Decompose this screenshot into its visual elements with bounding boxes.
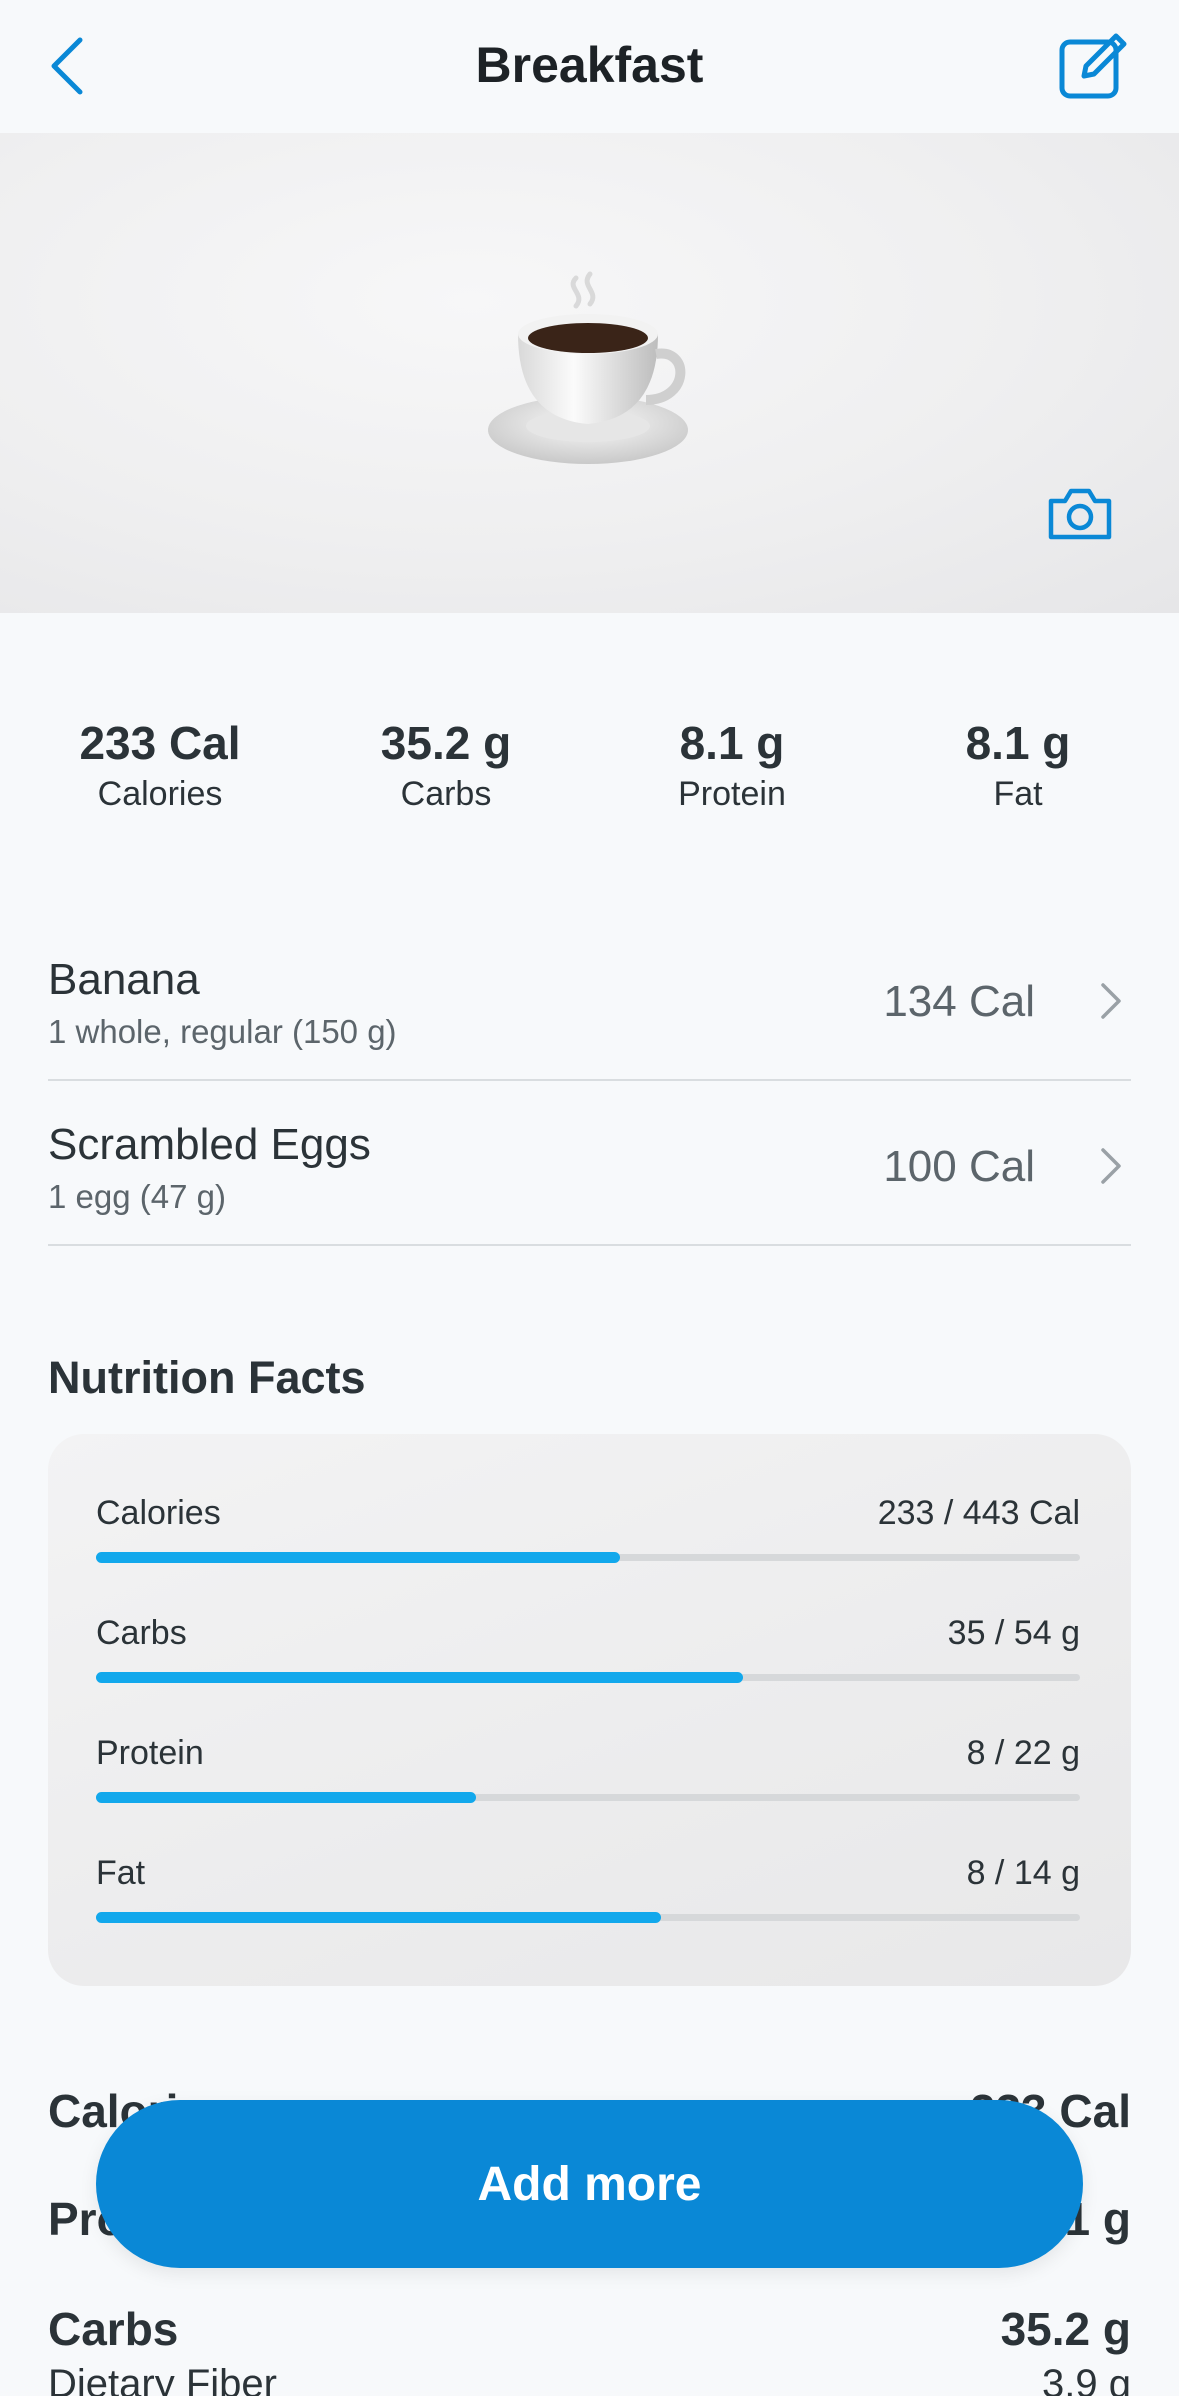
summary-value: 233 Cal: [79, 717, 241, 769]
header: Breakfast: [0, 0, 1179, 133]
progress-protein: Protein 8 / 22 g: [96, 1734, 1080, 1814]
detail-label: Dietary Fiber: [48, 2362, 277, 2396]
coffee-cup-image: [488, 271, 688, 464]
meal-photo: [0, 133, 1179, 613]
chevron-right-icon: [1101, 983, 1121, 1019]
progress-fill: [96, 1912, 661, 1923]
summary-label: Calories: [97, 775, 223, 813]
progress-label: Fat: [96, 1854, 146, 1892]
progress-fill: [96, 1552, 620, 1563]
macro-summary: 233 Cal Calories 35.2 g Carbs 8.1 g Prot…: [0, 712, 1179, 822]
detail-value: 35.2 g: [1000, 2303, 1131, 2355]
summary-value: 35.2 g: [380, 717, 512, 769]
progress-fat: Fat 8 / 14 g: [96, 1854, 1080, 1934]
progress-label: Carbs: [96, 1614, 187, 1652]
progress-fill: [96, 1792, 476, 1803]
food-item-scrambled-eggs[interactable]: Scrambled Eggs 1 egg (47 g) 100 Cal: [48, 1082, 1131, 1246]
nutrition-facts-card: Calories 233 / 443 Cal Carbs 35 / 54 g P…: [48, 1434, 1131, 1986]
food-serving: 1 egg (47 g): [48, 1178, 226, 1215]
add-more-button[interactable]: Add more: [96, 2100, 1083, 2268]
summary-protein: 8.1 g Protein: [589, 712, 875, 814]
edit-icon: [1059, 33, 1127, 99]
food-name: Scrambled Eggs: [48, 1120, 371, 1169]
summary-fat: 8.1 g Fat: [875, 712, 1161, 814]
progress-value: 35 / 54 g: [947, 1614, 1080, 1652]
food-calories: 134 Cal: [883, 977, 1035, 1026]
progress-fill: [96, 1672, 743, 1683]
chevron-right-icon: [1101, 1148, 1121, 1184]
progress-value: 8 / 22 g: [966, 1734, 1080, 1772]
progress-label: Protein: [96, 1734, 204, 1772]
summary-value: 8.1 g: [965, 717, 1071, 769]
progress-label: Calories: [96, 1494, 221, 1532]
progress-value: 8 / 14 g: [966, 1854, 1080, 1892]
camera-icon: [1048, 488, 1112, 540]
add-more-label: Add more: [477, 2157, 702, 2211]
food-name: Banana: [48, 955, 200, 1004]
food-serving: 1 whole, regular (150 g): [48, 1013, 397, 1050]
summary-label: Carbs: [400, 775, 492, 813]
page-title: Breakfast: [475, 37, 704, 93]
summary-calories: 233 Cal Calories: [17, 712, 303, 814]
edit-button[interactable]: [1054, 28, 1130, 104]
progress-value: 233 / 443 Cal: [877, 1494, 1080, 1532]
food-item-banana[interactable]: Banana 1 whole, regular (150 g) 134 Cal: [48, 917, 1131, 1081]
summary-value: 8.1 g: [679, 717, 785, 769]
detail-label: Carbs: [48, 2303, 179, 2355]
summary-carbs: 35.2 g Carbs: [303, 712, 589, 814]
summary-label: Fat: [993, 775, 1043, 813]
food-calories: 100 Cal: [883, 1142, 1035, 1191]
progress-calories: Calories 233 / 443 Cal: [96, 1494, 1080, 1574]
nutrition-facts-title: Nutrition Facts: [48, 1352, 366, 1403]
summary-label: Protein: [678, 775, 786, 813]
detail-value: 3.9 g: [1042, 2362, 1131, 2396]
camera-button[interactable]: [1045, 483, 1115, 543]
progress-carbs: Carbs 35 / 54 g: [96, 1614, 1080, 1694]
